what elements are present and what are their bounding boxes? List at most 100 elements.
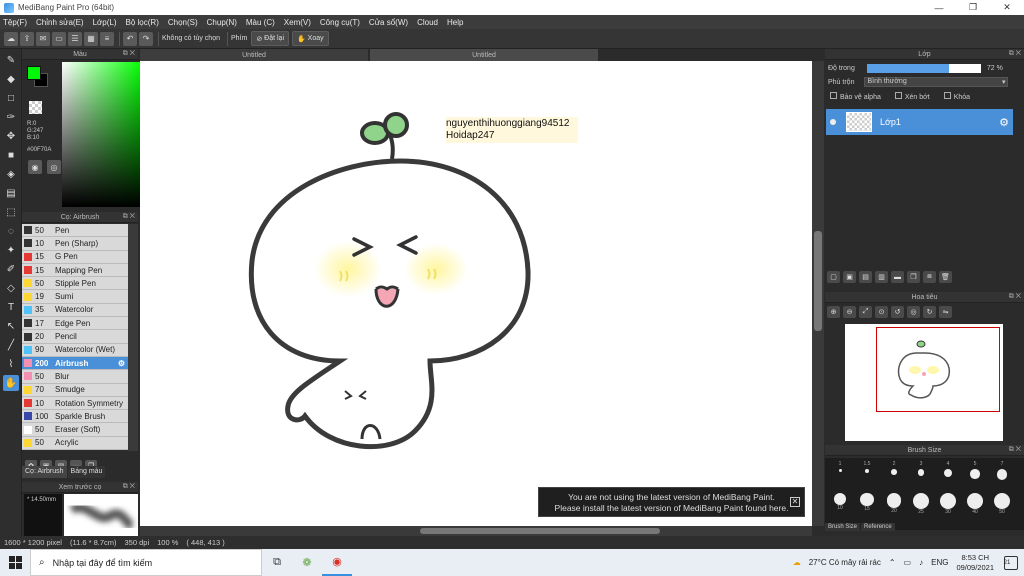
bucket-tool-icon[interactable]: ◈: [3, 166, 19, 182]
comment-icon[interactable]: ▭: [52, 31, 66, 46]
new-8bit-layer-icon[interactable]: ▤: [859, 271, 872, 283]
vertical-scrollbar[interactable]: [812, 61, 824, 526]
panel-close-icon[interactable]: ⧉ ✕: [123, 213, 135, 221]
vertical-scroll-thumb[interactable]: [814, 231, 822, 331]
folder-icon[interactable]: ▬: [891, 271, 904, 283]
medibang-taskbar-icon[interactable]: ❁: [292, 549, 322, 576]
eyedropper-tool-icon[interactable]: ⌇: [3, 356, 19, 372]
rotate-reset-icon[interactable]: ◎: [907, 306, 920, 318]
zoom-in-icon[interactable]: ⊕: [827, 306, 840, 318]
menu-view[interactable]: Xem(V): [284, 18, 311, 27]
flip-icon[interactable]: ⇋: [939, 306, 952, 318]
brush-row[interactable]: 50 Pen: [22, 224, 128, 238]
brush-row[interactable]: 20 Pencil: [22, 330, 128, 344]
menu-file[interactable]: Tệp(F): [3, 18, 27, 27]
menu-help[interactable]: Help: [447, 18, 463, 27]
language-indicator[interactable]: ENG: [931, 558, 948, 567]
brush-size-cell[interactable]: 3: [908, 461, 934, 476]
clock[interactable]: 8:53 CH 09/09/2021: [956, 553, 994, 573]
tab-document-1[interactable]: Untitled: [140, 49, 368, 61]
update-notice[interactable]: You are not using the latest version of …: [538, 487, 805, 517]
brush-size-cell[interactable]: 5: [962, 461, 988, 479]
zoom-out-icon[interactable]: ⊖: [843, 306, 856, 318]
saturation-value-picker[interactable]: [62, 62, 142, 207]
protect-alpha-checkbox[interactable]: Bảo vệ alpha: [830, 92, 881, 101]
brush-size-cell[interactable]: 25: [908, 491, 934, 515]
rotate-button[interactable]: ✋ Xoay: [292, 31, 329, 46]
weather-icon[interactable]: ☁: [793, 558, 801, 567]
tab-palette[interactable]: Bảng màu: [67, 466, 106, 478]
transparent-swatch[interactable]: [29, 101, 42, 114]
operation-tool-icon[interactable]: ↖: [3, 318, 19, 334]
gear-icon[interactable]: ⚙: [118, 359, 125, 368]
cloud-icon[interactable]: ☁: [4, 31, 18, 46]
gradient-tool-icon[interactable]: ▤: [3, 185, 19, 201]
brush-size-cell[interactable]: 15: [854, 491, 880, 512]
brush-row[interactable]: 90 Watercolor (Wet): [22, 343, 128, 357]
pen-tool-icon[interactable]: ✑: [3, 109, 19, 125]
brush-size-cell[interactable]: 20: [881, 491, 907, 514]
brush-size-cell[interactable]: 30: [935, 491, 961, 515]
notice-close-icon[interactable]: ✕: [790, 497, 800, 507]
new-layer-icon[interactable]: ▢: [827, 271, 840, 283]
lock-checkbox[interactable]: Khóa: [943, 92, 970, 101]
move-tool-icon[interactable]: ✥: [3, 128, 19, 144]
clipping-checkbox[interactable]: Xén bớt: [894, 92, 930, 101]
menu-tools[interactable]: Công cụ(T): [320, 18, 360, 27]
brush-row[interactable]: 50 Stipple Pen: [22, 277, 128, 291]
visibility-icon[interactable]: [830, 119, 836, 125]
lasso-tool-icon[interactable]: ◌: [3, 223, 19, 239]
text-tool-icon[interactable]: T: [3, 299, 19, 315]
tab-reference[interactable]: Reference: [861, 523, 895, 531]
brush-row[interactable]: 200 Airbrush ⚙: [22, 356, 128, 371]
menu-layer[interactable]: Lớp(L): [93, 18, 117, 27]
chat-icon[interactable]: ✉: [36, 31, 50, 46]
horizontal-scroll-thumb[interactable]: [420, 528, 660, 534]
layer-row[interactable]: Lớp1 ⚙: [826, 109, 1013, 135]
hand-tool-icon[interactable]: ✋: [3, 375, 19, 391]
horizontal-scrollbar[interactable]: [140, 526, 812, 536]
select-tool-icon[interactable]: ⬚: [3, 204, 19, 220]
grid-icon[interactable]: ▦: [84, 31, 98, 46]
brush-row[interactable]: 17 Edge Pen: [22, 317, 128, 331]
opacity-slider[interactable]: [866, 64, 981, 73]
brush-size-cell[interactable]: 4: [935, 461, 961, 478]
brush-tool-icon[interactable]: ✎: [3, 52, 19, 68]
menu-icon[interactable]: ≡: [100, 31, 114, 46]
redo-icon[interactable]: ↷: [139, 31, 153, 46]
magic-wand-tool-icon[interactable]: ✦: [3, 242, 19, 258]
rotate-left-icon[interactable]: ↺: [891, 306, 904, 318]
share-icon[interactable]: ⇪: [20, 31, 34, 46]
brush-row[interactable]: 50 Blur: [22, 370, 128, 384]
tab-document-2[interactable]: Untitled: [370, 49, 598, 61]
brush-row[interactable]: 15 G Pen: [22, 250, 128, 264]
select-eraser-tool-icon[interactable]: ◇: [3, 280, 19, 296]
brush-size-cell[interactable]: 7: [989, 461, 1015, 480]
brush-row[interactable]: 50 Eraser (Soft): [22, 423, 128, 437]
select-pen-tool-icon[interactable]: ✐: [3, 261, 19, 277]
network-icon[interactable]: ▭: [904, 558, 912, 567]
chrome-taskbar-icon[interactable]: ◉: [322, 549, 352, 576]
list-icon[interactable]: ☰: [68, 31, 82, 46]
panel-close-icon[interactable]: ⧉ ✕: [1009, 293, 1021, 301]
brush-row[interactable]: 50 Acrylic: [22, 436, 128, 451]
brush-size-cell[interactable]: 1: [827, 461, 853, 472]
panel-close-icon[interactable]: ⧉ ✕: [123, 483, 135, 491]
weather-text[interactable]: 27°C Có mây rải rác: [809, 558, 881, 567]
navigator-viewport-frame[interactable]: [876, 327, 1000, 412]
delete-layer-icon[interactable]: 🗑: [939, 271, 952, 283]
merge-layer-icon[interactable]: ⧈: [923, 271, 936, 283]
brush-size-cell[interactable]: 1.5: [854, 461, 880, 474]
new-halftone-layer-icon[interactable]: ▣: [843, 271, 856, 283]
navigator-view[interactable]: [845, 324, 1003, 441]
fit-icon[interactable]: ⤢: [859, 306, 872, 318]
brush-size-cell[interactable]: 2: [881, 461, 907, 475]
panel-close-icon[interactable]: ⧉ ✕: [1009, 446, 1021, 454]
rectangle-tool-icon[interactable]: □: [3, 90, 19, 106]
task-view-icon[interactable]: ⧉: [262, 549, 292, 576]
notification-icon[interactable]: 21: [1004, 555, 1018, 570]
panel-close-icon[interactable]: ⧉ ✕: [123, 50, 135, 58]
brush-row[interactable]: 19 Sumi: [22, 290, 128, 304]
brush-row[interactable]: 35 Watercolor: [22, 303, 128, 318]
brush-size-cell[interactable]: 50: [989, 491, 1015, 515]
